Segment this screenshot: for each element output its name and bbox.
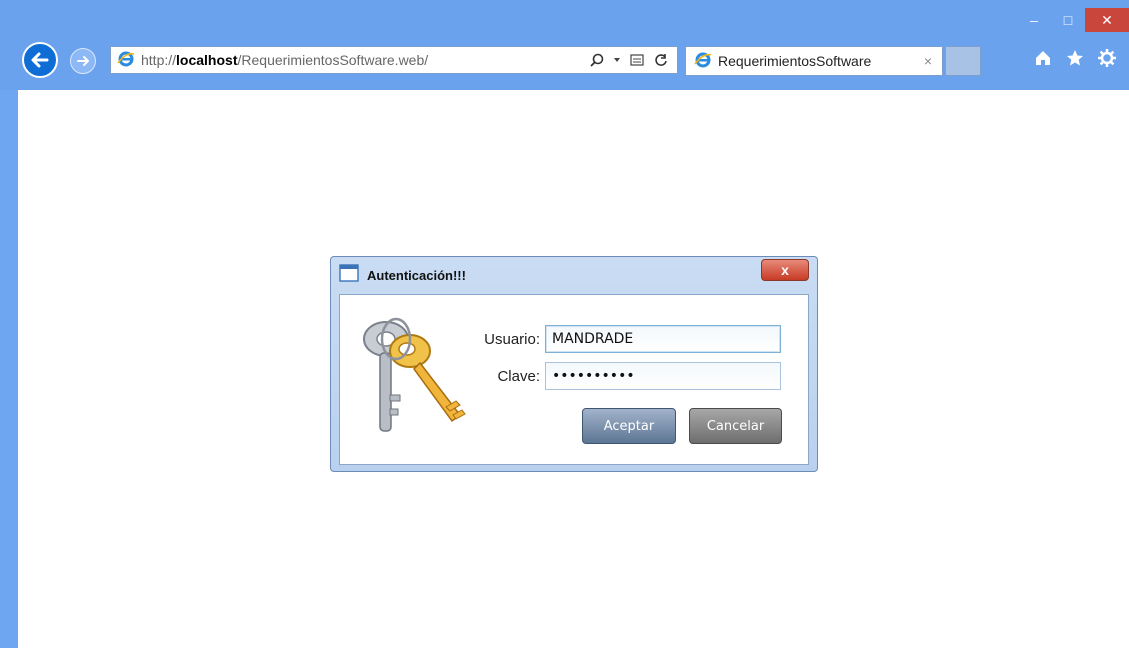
tab-close-button[interactable]: × bbox=[924, 53, 932, 69]
new-tab-button[interactable] bbox=[945, 46, 981, 76]
tab-requerimientos[interactable]: RequerimientosSoftware × bbox=[685, 46, 943, 76]
toolbar-right bbox=[1033, 48, 1117, 68]
dialog-titlebar[interactable]: Autenticación!!! bbox=[331, 257, 817, 293]
forward-button[interactable] bbox=[70, 48, 96, 74]
dialog-title: Autenticación!!! bbox=[367, 267, 466, 283]
refresh-icon[interactable] bbox=[653, 52, 669, 68]
chevron-down-icon[interactable] bbox=[613, 56, 621, 64]
dialog-body: Usuario: MANDRADE Clave: •••••••••• Acep… bbox=[339, 294, 809, 465]
settings-gear-icon[interactable] bbox=[1097, 48, 1117, 68]
minimize-button[interactable]: – bbox=[1017, 8, 1051, 32]
auth-dialog: Autenticación!!! x Usuario: MANDRADE Cla… bbox=[330, 256, 818, 472]
back-button[interactable] bbox=[22, 42, 58, 78]
home-icon[interactable] bbox=[1033, 48, 1053, 68]
forward-icon bbox=[77, 56, 89, 66]
address-url: http://localhost/RequerimientosSoftware.… bbox=[141, 52, 429, 68]
tab-title: RequerimientosSoftware bbox=[718, 53, 872, 69]
ie-icon bbox=[694, 51, 712, 72]
maximize-button[interactable]: □ bbox=[1051, 8, 1085, 32]
accept-button[interactable]: Aceptar bbox=[582, 408, 676, 444]
cancel-button[interactable]: Cancelar bbox=[689, 408, 782, 444]
browser-chrome: – □ ✕ http://localhost/RequerimientosSof… bbox=[0, 0, 1129, 90]
favorites-star-icon[interactable] bbox=[1065, 48, 1085, 68]
back-icon bbox=[31, 52, 49, 68]
window-icon bbox=[339, 263, 359, 287]
password-label: Clave: bbox=[497, 368, 540, 385]
password-input[interactable]: •••••••••• bbox=[545, 362, 781, 390]
user-input[interactable]: MANDRADE bbox=[545, 325, 781, 353]
address-bar[interactable]: http://localhost/RequerimientosSoftware.… bbox=[110, 46, 678, 74]
dialog-close-button[interactable]: x bbox=[761, 259, 809, 281]
window-controls: – □ ✕ bbox=[1017, 8, 1129, 34]
search-icon[interactable] bbox=[589, 52, 605, 68]
ie-icon bbox=[117, 50, 135, 71]
compat-icon[interactable] bbox=[629, 52, 645, 68]
user-label: Usuario: bbox=[484, 331, 540, 348]
close-window-button[interactable]: ✕ bbox=[1085, 8, 1129, 32]
